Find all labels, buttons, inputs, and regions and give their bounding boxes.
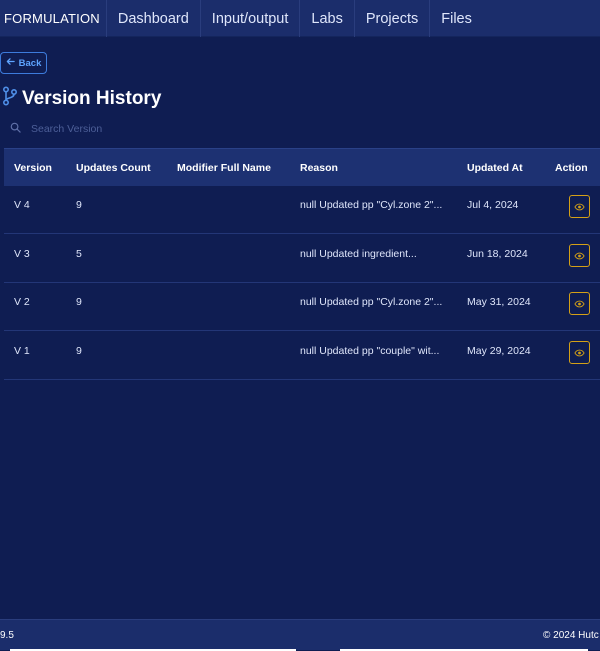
cell-version: V 4 — [14, 199, 30, 211]
column-header-updates-count[interactable]: Updates Count — [76, 149, 151, 187]
table-row[interactable]: V 1 9 null Updated pp "couple" wit... Ma… — [4, 332, 600, 380]
nav-item-input-output[interactable]: Input/output — [201, 0, 301, 37]
cell-version: V 1 — [14, 345, 30, 357]
view-version-button[interactable] — [569, 244, 590, 267]
cell-reason: null Updated ingredient... — [300, 248, 417, 260]
cell-version: V 3 — [14, 248, 30, 260]
cell-updated-at: May 31, 2024 — [467, 296, 531, 308]
cell-updated-at: Jul 4, 2024 — [467, 199, 519, 211]
table-row[interactable]: V 3 5 null Updated ingredient... Jun 18,… — [4, 235, 600, 283]
search-icon — [10, 120, 21, 138]
nav-item-dashboard[interactable]: Dashboard — [107, 0, 201, 37]
cell-updates-count: 9 — [76, 296, 82, 308]
column-header-updated-at[interactable]: Updated At — [467, 149, 523, 187]
table-row[interactable]: V 2 9 null Updated pp "Cyl.zone 2"... Ma… — [4, 283, 600, 331]
cell-reason: null Updated pp "couple" wit... — [300, 345, 440, 357]
cell-reason: null Updated pp "Cyl.zone 2"... — [300, 296, 443, 308]
cell-updates-count: 5 — [76, 248, 82, 260]
cell-version: V 2 — [14, 296, 30, 308]
column-header-action: Action — [555, 162, 588, 174]
eye-icon — [574, 344, 585, 362]
cell-updated-at: Jun 18, 2024 — [467, 248, 528, 260]
eye-icon — [574, 295, 585, 313]
page-header: Version History — [2, 86, 161, 111]
cell-reason: null Updated pp "Cyl.zone 2"... — [300, 199, 443, 211]
view-version-button[interactable] — [569, 292, 590, 315]
cell-updates-count: 9 — [76, 199, 82, 211]
page-title: Version History — [22, 87, 162, 109]
footer: 9.5 © 2024 Hutc — [0, 619, 600, 651]
copyright-text: © 2024 Hutc — [543, 630, 599, 641]
app-brand[interactable]: FORMULATION — [0, 0, 107, 37]
nav-item-labs[interactable]: Labs — [300, 0, 355, 37]
eye-icon — [574, 198, 585, 216]
column-header-version[interactable]: Version — [14, 149, 52, 187]
column-header-modifier[interactable]: Modifier Full Name — [177, 149, 271, 187]
table-header: Version Updates Count Modifier Full Name… — [4, 148, 600, 186]
app-version: 9.5 — [0, 630, 14, 641]
cell-updates-count: 9 — [76, 345, 82, 357]
nav-item-projects[interactable]: Projects — [355, 0, 431, 37]
nav-item-files[interactable]: Files — [430, 0, 483, 37]
arrow-left-icon — [6, 57, 15, 69]
view-version-button[interactable] — [569, 341, 590, 364]
branch-icon — [2, 86, 18, 111]
view-version-button[interactable] — [569, 195, 590, 218]
cell-updated-at: May 29, 2024 — [467, 345, 531, 357]
search-bar — [10, 120, 270, 138]
eye-icon — [574, 247, 585, 265]
search-version-input[interactable] — [29, 122, 249, 136]
back-button-label: Back — [18, 57, 42, 69]
back-button[interactable]: Back — [0, 52, 47, 74]
column-header-reason[interactable]: Reason — [300, 149, 338, 187]
table-row[interactable]: V 4 9 null Updated pp "Cyl.zone 2"... Ju… — [4, 186, 600, 234]
top-navbar: FORMULATION Dashboard Input/output Labs … — [0, 0, 600, 37]
